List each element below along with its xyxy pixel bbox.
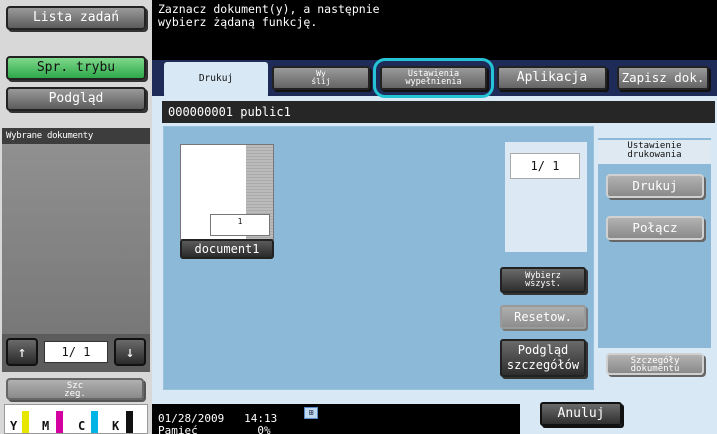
tab-application[interactable]: Aplikacja	[497, 66, 607, 90]
document-details-line2: dokumentu	[630, 364, 680, 374]
select-all-line2: wszyst.	[525, 279, 561, 289]
memory-status: Pamięć 0%	[158, 424, 271, 434]
toner-label-k: K	[112, 419, 120, 433]
copier-control-panel: Lista zadań Spr. trybu Podgląd Wybrane d…	[0, 0, 717, 434]
cancel-button[interactable]: Anuluj	[540, 402, 622, 426]
select-all-button[interactable]: Wybierz wszyst.	[500, 267, 586, 293]
reset-button[interactable]: Resetow.	[500, 305, 586, 329]
toner-levels: Y M C K	[4, 404, 148, 434]
network-icon: ⊞	[304, 407, 318, 419]
details-button[interactable]: Szc zeg.	[6, 378, 144, 400]
toner-bar-m	[56, 411, 63, 433]
selected-documents-pager: ↑ 1/ 1 ↓	[2, 334, 150, 372]
job-list-button[interactable]: Lista zadań	[6, 6, 146, 30]
tab-send-line2: ślij	[311, 77, 331, 86]
print-button[interactable]: Drukuj	[606, 174, 704, 198]
print-settings-panel	[598, 138, 711, 348]
toner-bar-y	[22, 411, 29, 433]
preview-button[interactable]: Podgląd	[6, 87, 146, 111]
print-settings-header-line2: drukowania	[627, 150, 682, 160]
detail-preview-button[interactable]: Podgląd szczegółów	[500, 339, 586, 377]
instruction-message: Zaznacz dokument(y), a następnie wybierz…	[158, 2, 380, 29]
arrow-up-icon: ↑	[17, 343, 27, 361]
page-down-button[interactable]: ↓	[114, 338, 146, 366]
tab-send[interactable]: Wy ślij	[272, 66, 370, 90]
toner-label-c: C	[78, 419, 86, 433]
selected-documents-list[interactable]	[2, 144, 150, 334]
document-page-counter: 1/ 1	[510, 153, 580, 179]
tab-print[interactable]: Drukuj	[164, 62, 268, 98]
document-details-button[interactable]: Szczegóły dokumentu	[606, 353, 704, 375]
document-name-button[interactable]: document1	[180, 239, 274, 259]
tab-save-document[interactable]: Zapisz dok.	[617, 66, 709, 90]
arrow-down-icon: ↓	[125, 343, 135, 361]
page-counter: 1/ 1	[44, 341, 108, 363]
toner-label-m: M	[42, 419, 50, 433]
print-settings-header: Ustawienie drukowania	[598, 140, 711, 164]
user-box-bar: 000000001 public1	[162, 101, 715, 123]
detail-preview-line2: szczegółów	[506, 358, 580, 372]
toner-label-y: Y	[10, 419, 18, 433]
details-button-line2: zeg.	[64, 389, 86, 399]
tab-highlight-ring	[373, 58, 494, 98]
page-up-button[interactable]: ↑	[6, 338, 38, 366]
combine-button[interactable]: Połącz	[606, 216, 704, 240]
toner-bar-k	[126, 411, 133, 433]
detail-preview-line1: Podgląd	[517, 343, 569, 357]
mode-check-button[interactable]: Spr. trybu	[6, 56, 146, 80]
thumbnail-page-number: 1	[210, 214, 270, 236]
toner-bar-c	[91, 411, 98, 433]
selected-documents-header: Wybrane dokumenty	[2, 128, 150, 144]
